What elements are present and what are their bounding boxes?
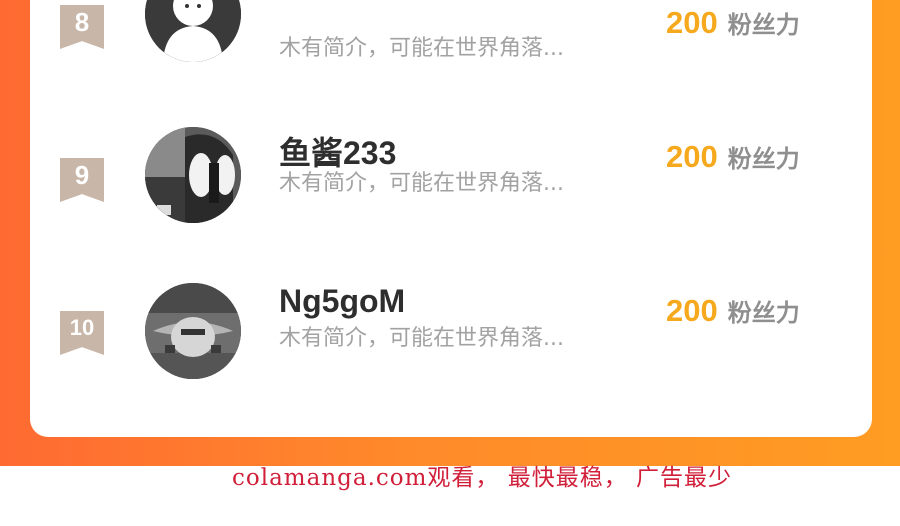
user-bio: 木有简介，可能在世界角落...	[279, 171, 564, 196]
rank-badge: 9	[60, 158, 104, 202]
user-avatar[interactable]	[145, 283, 241, 379]
fan-power-unit: 粉丝力	[727, 11, 800, 39]
fan-power-unit: 粉丝力	[727, 299, 800, 327]
user-bio: 木有简介，可能在世界角落...	[279, 326, 564, 351]
ranking-row[interactable]: 9 鱼酱233 木有简介，可能在世界角落... 200 粉丝力	[30, 127, 872, 253]
user-avatar[interactable]	[145, 127, 241, 223]
fan-power: 200 粉丝力	[666, 293, 800, 329]
fan-power-value: 200	[666, 5, 718, 40]
rank-badge: 8	[60, 5, 104, 49]
fan-power-unit: 粉丝力	[727, 145, 800, 173]
fan-power-value: 200	[666, 139, 718, 174]
user-bio: 木有简介，可能在世界角落...	[279, 36, 564, 61]
fan-power-value: 200	[666, 293, 718, 328]
user-avatar[interactable]	[145, 0, 241, 62]
fan-power: 200 粉丝力	[666, 139, 800, 175]
site-watermark: colamanga.com观看， 最快最稳， 广告最少	[232, 465, 733, 491]
user-name[interactable]: Ng5goM	[279, 283, 405, 320]
ranking-card: 8 sam84 木有简介，可能在世界角落... 200 粉丝力 9	[30, 0, 872, 437]
masked-hero-avatar-icon	[145, 127, 241, 223]
ranking-row[interactable]: 10 Ng5goM 木有简介，可能在世界角落... 200 粉丝力	[30, 283, 872, 407]
ranking-row[interactable]: 8 sam84 木有简介，可能在世界角落... 200 粉丝力	[30, 0, 872, 100]
fan-power: 200 粉丝力	[666, 5, 800, 41]
user-name[interactable]: sam84	[279, 0, 379, 6]
airplane-avatar-icon	[145, 283, 241, 379]
rank-badge: 10	[60, 311, 104, 355]
default-person-avatar-icon	[145, 0, 241, 62]
